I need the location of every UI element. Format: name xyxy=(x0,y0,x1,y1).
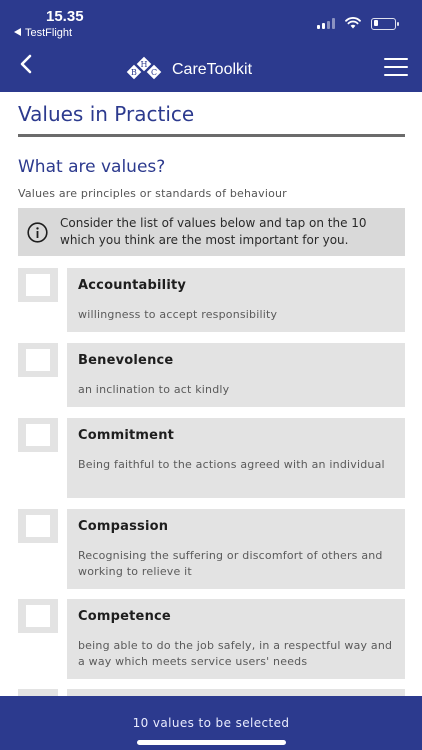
value-name: Accountability xyxy=(78,278,187,293)
checkbox-box xyxy=(26,274,50,296)
section-title: What are values? xyxy=(18,157,166,177)
value-checkbox[interactable] xyxy=(18,343,58,377)
home-indicator[interactable] xyxy=(137,740,286,745)
value-item: Commitment Being faithful to the actions… xyxy=(0,418,422,498)
value-name: Commitment xyxy=(78,428,175,443)
checkbox-box xyxy=(26,605,50,627)
value-name: Competence xyxy=(78,609,171,624)
page-title: Values in Practice xyxy=(18,102,195,126)
signal-icon xyxy=(317,18,335,29)
value-card[interactable] xyxy=(67,689,405,696)
value-checkbox[interactable] xyxy=(18,418,58,452)
value-description: Recognising the suffering or discomfort … xyxy=(78,549,383,578)
back-button[interactable] xyxy=(12,52,40,80)
value-checkbox[interactable] xyxy=(18,599,58,633)
checkbox-box xyxy=(26,349,50,371)
value-item: Competence being able to do the job safe… xyxy=(0,599,422,679)
value-card[interactable]: Commitment Being faithful to the actions… xyxy=(67,418,405,498)
checkbox-box xyxy=(26,424,50,446)
status-time: 15.35 xyxy=(46,8,84,25)
back-to-testflight[interactable]: TestFlight xyxy=(14,27,72,39)
main-content[interactable]: Values in Practice What are values? Valu… xyxy=(0,92,422,696)
value-item: Accountability willingness to accept res… xyxy=(0,268,422,332)
svg-text:H: H xyxy=(141,60,148,69)
value-card[interactable]: Competence being able to do the job safe… xyxy=(67,599,405,679)
title-divider xyxy=(18,134,405,137)
info-text: Consider the list of values below and ta… xyxy=(60,216,367,247)
section-subtitle: Values are principles or standards of be… xyxy=(18,187,287,200)
app-brand: B H C CareToolkit xyxy=(124,54,252,86)
value-item-partial xyxy=(0,689,422,696)
value-description: being able to do the job safely, in a re… xyxy=(78,639,393,668)
info-circle-icon xyxy=(27,221,48,243)
value-card[interactable]: Compassion Recognising the suffering or … xyxy=(67,509,405,589)
value-checkbox[interactable] xyxy=(18,268,58,302)
small-left-triangle-icon xyxy=(14,27,22,39)
value-item: Benevolence an inclination to act kindly xyxy=(0,343,422,407)
value-description: Being faithful to the actions agreed wit… xyxy=(78,458,385,471)
app-title: CareToolkit xyxy=(172,61,253,78)
info-box: Consider the list of values below and ta… xyxy=(18,208,405,256)
battery-icon xyxy=(371,17,399,30)
back-chevron-icon xyxy=(19,54,33,78)
value-name: Compassion xyxy=(78,519,169,534)
back-app-label: TestFlight xyxy=(25,27,73,39)
status-icons xyxy=(317,14,399,33)
checkbox-box xyxy=(26,515,50,537)
value-card[interactable]: Benevolence an inclination to act kindly xyxy=(67,343,405,407)
value-description: willingness to accept responsibility xyxy=(78,308,278,321)
value-name: Benevolence xyxy=(78,353,174,368)
value-checkbox[interactable] xyxy=(18,509,58,543)
wifi-icon xyxy=(345,14,361,33)
hamburger-menu-icon[interactable] xyxy=(384,58,408,76)
value-checkbox[interactable] xyxy=(18,689,58,696)
svg-text:C: C xyxy=(151,68,157,77)
value-item: Compassion Recognising the suffering or … xyxy=(0,509,422,589)
value-card[interactable]: Accountability willingness to accept res… xyxy=(67,268,405,332)
svg-text:B: B xyxy=(131,68,137,77)
value-description: an inclination to act kindly xyxy=(78,383,230,396)
app-header: 15.35 TestFlight B H C CareToolkit xyxy=(0,0,422,92)
bhc-logo-icon: B H C xyxy=(124,54,164,86)
footer-label: 10 values to be selected xyxy=(132,716,290,730)
